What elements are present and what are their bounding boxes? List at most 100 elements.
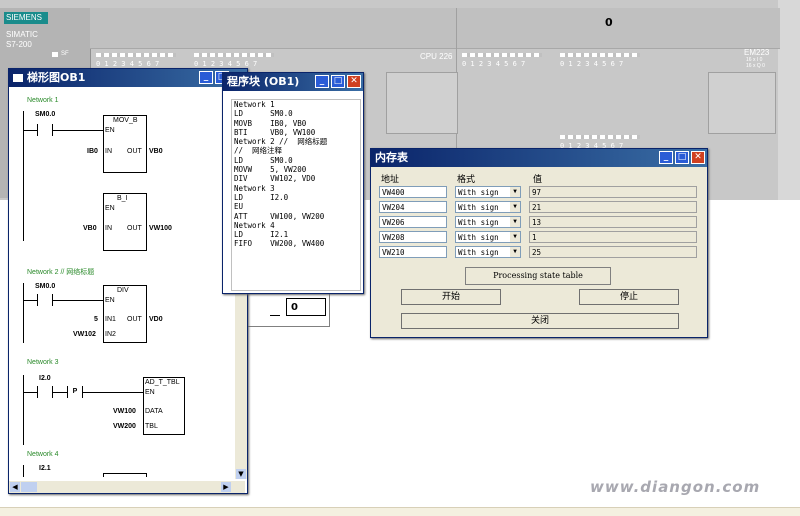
operand: VW102 <box>73 331 96 338</box>
pin-in: IN <box>105 225 112 232</box>
led-row <box>96 53 176 57</box>
program-window-titlebar[interactable]: 程序块 (OB1) _ □ ✕ <box>223 73 363 91</box>
format-select-value: With sign <box>458 188 499 197</box>
power-rail <box>23 465 24 477</box>
code-line: LD SM0.0 <box>234 109 293 119</box>
close-table-button[interactable]: 关闭 <box>401 313 679 329</box>
dropdown-arrow-icon[interactable]: ▼ <box>510 217 520 227</box>
operand: IB0 <box>87 148 98 155</box>
pin-out: OUT <box>127 148 142 155</box>
code-line: // 网络注释 <box>234 146 283 156</box>
dropdown-arrow-icon[interactable]: ▼ <box>510 187 520 197</box>
rung-line <box>23 130 103 131</box>
stop-button[interactable]: 停止 <box>579 289 679 305</box>
format-select[interactable]: With sign ▼ <box>455 246 521 258</box>
pin-in: IN <box>105 148 112 155</box>
code-line: BTI VB0, VW100 <box>234 127 316 137</box>
address-input[interactable]: VW208 <box>379 231 447 243</box>
box-title: MOV_B <box>113 117 138 124</box>
format-select-value: With sign <box>458 218 499 227</box>
ladder-window-title: 梯形图OB1 <box>27 71 86 84</box>
cpu-label: CPU 226 <box>420 52 453 61</box>
minimize-button[interactable]: _ <box>199 71 213 84</box>
ladder-window-titlebar[interactable]: 梯形图OB1 _ □ <box>9 69 247 87</box>
scroll-left-button[interactable]: ◀ <box>10 482 20 492</box>
network-label: Network 2 // 网络标题 <box>27 269 95 276</box>
maximize-button[interactable]: □ <box>675 151 689 164</box>
scroll-down-button[interactable]: ▼ <box>236 469 246 479</box>
plc-model-line2: S7-200 <box>6 40 32 49</box>
em-label: EM223 <box>744 48 770 57</box>
pin-in1: IN1 <box>105 316 116 323</box>
led-labels: 0 1 2 3 4 5 6 7 <box>96 60 160 68</box>
led-row <box>194 53 274 57</box>
program-window-title: 程序块 (OB1) <box>227 75 300 88</box>
close-button[interactable]: ✕ <box>347 75 361 88</box>
address-input[interactable]: VW400 <box>379 186 447 198</box>
minimize-button[interactable]: _ <box>659 151 673 164</box>
code-line: ATT VW100, VW200 <box>234 211 325 221</box>
scroll-thumb[interactable] <box>21 482 37 492</box>
ladder-canvas[interactable]: Network 1 SM0.0 MOV_B EN IN OUT IB0 VB0 … <box>9 87 235 477</box>
fifo-box[interactable] <box>103 473 147 477</box>
contact-symbol[interactable] <box>37 124 53 136</box>
led-labels: 0 1 2 3 4 5 6 7 <box>194 60 258 68</box>
format-select[interactable]: With sign ▼ <box>455 216 521 228</box>
code-line: LD I2.0 <box>234 192 289 202</box>
sf-label: SF <box>61 51 69 57</box>
pin-en: EN <box>105 127 115 134</box>
dropdown-arrow-icon[interactable]: ▼ <box>510 247 520 257</box>
contact-label: SM0.0 <box>35 111 56 118</box>
value-field: 1 <box>529 231 697 243</box>
em-io-line2: 16 x Q 0 <box>746 63 765 69</box>
box-title: AD_T_TBL <box>145 379 180 386</box>
contact-symbol[interactable] <box>37 294 53 306</box>
address-input[interactable]: VW204 <box>379 201 447 213</box>
code-line: FIFO VW200, VW400 <box>234 239 325 249</box>
code-line: Network 1 <box>234 100 275 109</box>
horizontal-scrollbar[interactable]: ◀ ▶ <box>9 481 245 493</box>
code-line: LD SM0.0 <box>234 155 293 165</box>
plc-digit: 0 <box>605 16 613 29</box>
network-label: Network 3 <box>27 359 59 366</box>
minimize-button[interactable]: _ <box>315 75 329 88</box>
pin-out: OUT <box>127 316 142 323</box>
code-line: MOVW 5, VW200 <box>234 165 307 175</box>
memory-window-titlebar[interactable]: 内存表 _ □ ✕ <box>371 149 707 167</box>
value-field: 13 <box>529 216 697 228</box>
column-header-address: 地址 <box>381 175 400 185</box>
led-row <box>462 53 542 57</box>
dropdown-arrow-icon[interactable]: ▼ <box>510 232 520 242</box>
close-button[interactable]: ✕ <box>691 151 705 164</box>
value-display-field[interactable]: 0 <box>286 298 326 316</box>
operand: 5 <box>94 316 98 323</box>
scroll-right-button[interactable]: ▶ <box>221 482 231 492</box>
contact-symbol[interactable] <box>37 386 53 398</box>
value-field: 21 <box>529 201 697 213</box>
led-labels: 0 1 2 3 4 5 6 7 <box>462 60 526 68</box>
address-input[interactable]: VW206 <box>379 216 447 228</box>
format-select[interactable]: With sign ▼ <box>455 201 521 213</box>
contact-label: I2.0 <box>39 375 51 382</box>
code-line: Network 3 <box>234 183 275 193</box>
address-input[interactable]: VW210 <box>379 246 447 258</box>
program-block-window: 程序块 (OB1) _ □ ✕ Network 1 LD SM0.0 MOVB IB… <box>222 72 364 294</box>
plc-right-edge <box>778 0 800 200</box>
format-select[interactable]: With sign ▼ <box>455 186 521 198</box>
dropdown-arrow-icon[interactable]: ▼ <box>510 202 520 212</box>
maximize-button[interactable]: □ <box>331 75 345 88</box>
positive-edge-contact[interactable]: P <box>67 386 83 398</box>
pin-en: EN <box>145 389 155 396</box>
watermark: www.diangon.com <box>590 478 761 496</box>
program-listing[interactable]: Network 1 LD SM0.0 MOVB IB0, VB0 BTI VB0, V… <box>231 99 361 291</box>
format-select[interactable]: With sign ▼ <box>455 231 521 243</box>
terminal-block <box>708 72 776 134</box>
contact-label: I2.1 <box>39 465 51 472</box>
pin-out: OUT <box>127 225 142 232</box>
pin-en: EN <box>105 205 115 212</box>
ladder-window: 梯形图OB1 _ □ Network 1 SM0.0 MOV_B EN IN O… <box>8 68 248 494</box>
start-button[interactable]: 开始 <box>401 289 501 305</box>
format-select-value: With sign <box>458 203 499 212</box>
window-icon <box>13 74 23 82</box>
code-line: LD I2.1 <box>234 230 289 240</box>
